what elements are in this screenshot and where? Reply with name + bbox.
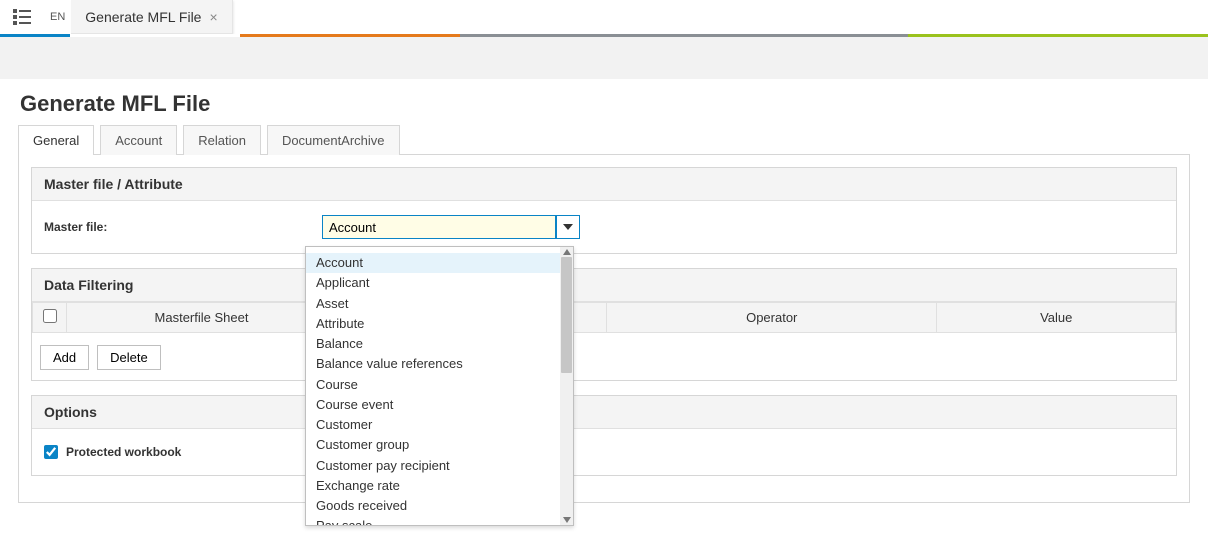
dropdown-option[interactable]: Goods received <box>306 496 573 516</box>
dropdown-option[interactable]: Account <box>306 253 573 273</box>
dropdown-option[interactable]: Customer <box>306 415 573 435</box>
group-masterfile: Master file / Attribute Master file: <box>31 167 1177 254</box>
scroll-up-icon[interactable] <box>562 248 571 256</box>
filter-select-all-checkbox[interactable] <box>43 309 57 323</box>
dropdown-option[interactable]: Exchange rate <box>306 476 573 496</box>
dropdown-option[interactable]: Asset <box>306 294 573 314</box>
dropdown-option[interactable]: Balance <box>306 334 573 354</box>
scroll-down-icon[interactable] <box>562 516 571 524</box>
protected-workbook-checkbox[interactable] <box>44 445 58 459</box>
dropdown-option[interactable]: Applicant <box>306 273 573 293</box>
close-tab-icon[interactable]: × <box>209 9 217 25</box>
dropdown-scrollbar[interactable] <box>560 247 573 525</box>
dropdown-option[interactable]: Course <box>306 375 573 395</box>
tab-documentarchive[interactable]: DocumentArchive <box>267 125 400 155</box>
masterfile-label: Master file: <box>44 220 304 234</box>
language-indicator: EN <box>44 0 71 34</box>
dropdown-option[interactable]: Customer pay recipient <box>306 456 573 476</box>
masterfile-dropdown-toggle[interactable] <box>556 215 580 239</box>
open-tab-title: Generate MFL File <box>85 9 201 25</box>
app-grid-icon[interactable] <box>0 0 44 34</box>
open-tab-generate-mfl[interactable]: Generate MFL File × <box>71 0 232 34</box>
scroll-thumb[interactable] <box>561 257 572 373</box>
dropdown-option[interactable]: Attribute <box>306 314 573 334</box>
dropdown-option[interactable]: Balance value references <box>306 354 573 374</box>
delete-button[interactable]: Delete <box>97 345 161 370</box>
filter-col-masterfile-sheet: Masterfile Sheet <box>67 303 337 333</box>
dropdown-option[interactable]: Pay scale <box>306 516 573 526</box>
masterfile-select-input[interactable] <box>322 215 556 239</box>
dropdown-option[interactable]: Customer group <box>306 435 573 455</box>
filter-col-operator: Operator <box>607 303 937 333</box>
group-filtering-title: Data Filtering <box>32 269 1176 302</box>
tab-account[interactable]: Account <box>100 125 177 155</box>
group-filtering: Data Filtering Masterfile Sheet Attribut… <box>31 268 1177 381</box>
tab-general[interactable]: General <box>18 125 94 155</box>
masterfile-dropdown[interactable]: AccountApplicantAssetAttributeBalanceBal… <box>305 246 574 526</box>
filter-col-value: Value <box>937 303 1176 333</box>
protected-workbook-label: Protected workbook <box>66 445 181 459</box>
filter-table: Masterfile Sheet Attribute Operator Valu… <box>32 302 1176 333</box>
tab-strip: General Account Relation DocumentArchive <box>18 125 1190 155</box>
group-options: Options Protected workbook <box>31 395 1177 476</box>
add-button[interactable]: Add <box>40 345 89 370</box>
tab-relation[interactable]: Relation <box>183 125 261 155</box>
filter-col-select-all <box>33 303 67 333</box>
group-options-title: Options <box>32 396 1176 429</box>
page-title: Generate MFL File <box>20 91 1190 117</box>
group-masterfile-title: Master file / Attribute <box>32 168 1176 201</box>
dropdown-option[interactable]: Course event <box>306 395 573 415</box>
